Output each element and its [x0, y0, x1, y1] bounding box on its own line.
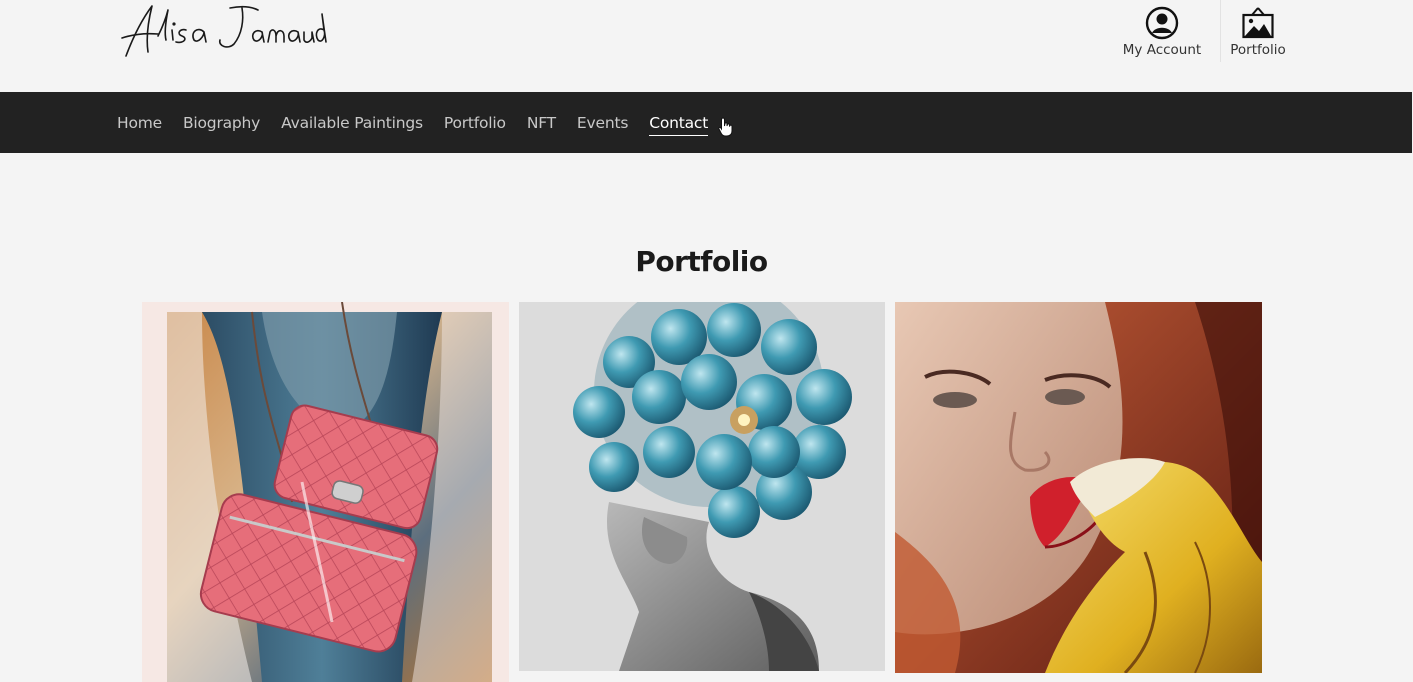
nav-item-available-paintings[interactable]: Available Paintings	[281, 114, 423, 132]
gallery-item[interactable]	[142, 302, 509, 682]
main-navbar: Home Biography Available Paintings Portf…	[0, 92, 1412, 153]
nav-item-home[interactable]: Home	[117, 114, 162, 132]
page-title: Portfolio	[635, 244, 768, 278]
image-frame-icon	[1242, 7, 1274, 39]
site-header: My Account Portfolio	[0, 0, 1413, 92]
pink-handbag-painting	[142, 302, 509, 682]
nav-item-portfolio[interactable]: Portfolio	[444, 114, 506, 132]
portfolio-header-link[interactable]: Portfolio	[1220, 0, 1295, 62]
signature-logo[interactable]	[118, 0, 331, 62]
gallery-item[interactable]	[519, 302, 885, 671]
portfolio-header-label: Portfolio	[1230, 42, 1286, 58]
my-account-label: My Account	[1122, 42, 1202, 58]
blue-bulb-flower-painting	[519, 302, 885, 671]
red-lips-banana-painting	[895, 302, 1262, 673]
hand-cursor-icon	[718, 117, 733, 137]
nav-item-events[interactable]: Events	[577, 114, 628, 132]
header-links: My Account Portfolio	[1110, 0, 1295, 62]
user-circle-icon	[1145, 6, 1179, 40]
my-account-link[interactable]: My Account	[1110, 0, 1214, 62]
gallery-item[interactable]	[895, 302, 1262, 673]
nav-item-biography[interactable]: Biography	[183, 114, 260, 132]
nav-menu: Home Biography Available Paintings Portf…	[117, 92, 729, 153]
nav-item-contact[interactable]: Contact	[649, 114, 708, 136]
nav-item-nft[interactable]: NFT	[527, 114, 556, 132]
